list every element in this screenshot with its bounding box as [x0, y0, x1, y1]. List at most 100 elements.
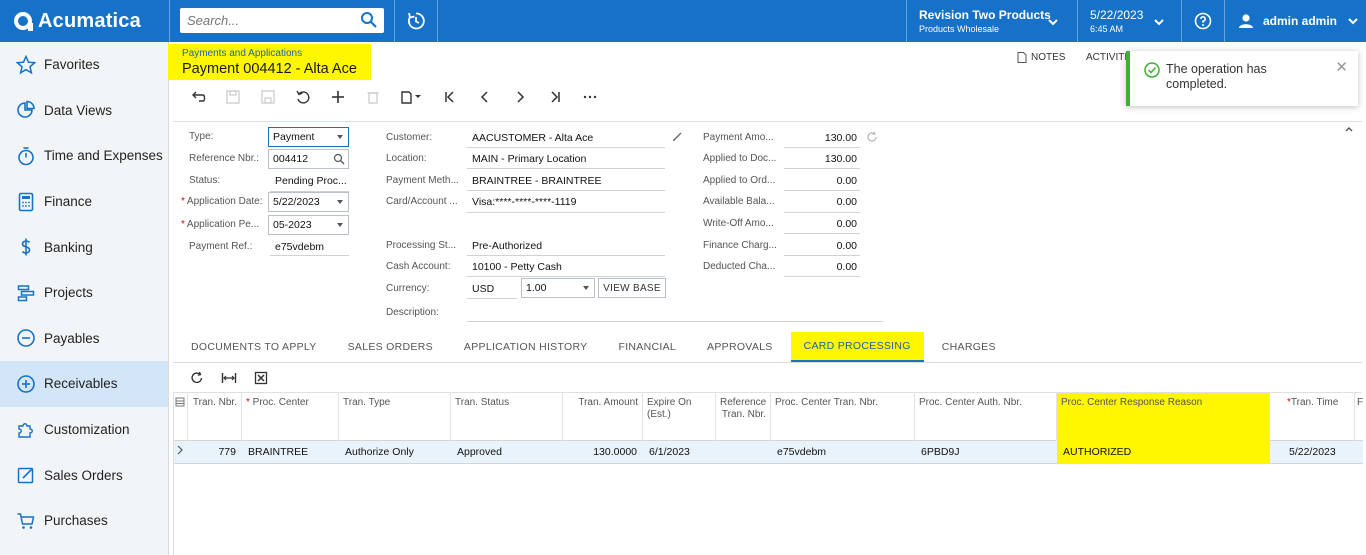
tab-approvals[interactable]: APPROVALS: [694, 332, 786, 362]
column-header-proc-center[interactable]: * Proc. Center: [242, 393, 339, 441]
cell-proc-center[interactable]: BRAINTREE: [242, 441, 339, 464]
column-header-proc-center-tran-nbr[interactable]: Proc. Center Tran. Nbr.: [771, 393, 915, 441]
cell-tran-type[interactable]: Authorize Only: [339, 441, 451, 464]
location-value[interactable]: MAIN - Primary Location: [468, 153, 586, 165]
cancel-button[interactable]: [285, 85, 320, 109]
business-date-selector[interactable]: 5/22/2023 6:45 AM: [1090, 8, 1143, 34]
card-account-value[interactable]: Visa:****-****-****-1119: [468, 196, 576, 208]
field-underline: [784, 255, 860, 256]
column-settings-icon[interactable]: [174, 393, 188, 441]
customer-value[interactable]: AACUSTOMER - Alta Ace: [468, 132, 593, 144]
table-row[interactable]: 779 BRAINTREE Authorize Only Approved 13…: [174, 441, 1363, 464]
cell-proc-center-tran-nbr[interactable]: e75vdebm: [771, 441, 915, 464]
save-and-close-button[interactable]: [215, 85, 250, 109]
column-header-tran-status[interactable]: Tran. Status: [451, 393, 563, 441]
sidebar-item-sales-orders[interactable]: Sales Orders: [0, 452, 168, 498]
last-icon: [550, 91, 560, 103]
copy-paste-button[interactable]: [390, 85, 432, 109]
cell-tran-nbr[interactable]: 779: [188, 441, 242, 464]
collapse-icon[interactable]: [1344, 124, 1354, 134]
sidebar-item-favorites[interactable]: Favorites: [0, 42, 168, 88]
chevron-down-icon[interactable]: [1047, 16, 1059, 28]
sidebar-item-purchases[interactable]: Purchases: [0, 498, 168, 544]
pencil-icon[interactable]: [672, 131, 683, 142]
column-header-tran-nbr[interactable]: Tran. Nbr.: [188, 393, 242, 441]
tab-documents-to-apply[interactable]: DOCUMENTS TO APPLY: [178, 332, 330, 362]
search-icon[interactable]: [333, 153, 345, 165]
column-header-tran-time[interactable]: *Tran. Time: [1283, 393, 1355, 441]
sidebar-item-projects[interactable]: Projects: [0, 270, 168, 316]
cell-tran-amount[interactable]: 130.0000: [563, 441, 643, 464]
add-button[interactable]: [320, 85, 355, 109]
previous-record-button[interactable]: [467, 85, 502, 109]
cell-response-reason[interactable]: AUTHORIZED: [1057, 441, 1270, 464]
payment-ref-value[interactable]: e75vdebm: [271, 241, 324, 253]
column-header-proc-center-auth-nbr[interactable]: Proc. Center Auth. Nbr.: [915, 393, 1057, 441]
user-menu[interactable]: admin admin: [1238, 13, 1359, 29]
search-input[interactable]: Search...: [180, 8, 384, 33]
finance-charges-label: Finance Charg...: [703, 240, 777, 251]
close-icon[interactable]: ✕: [1335, 58, 1348, 76]
currency-value[interactable]: USD: [468, 283, 494, 295]
last-record-button[interactable]: [537, 85, 572, 109]
application-period-field[interactable]: 05-2023: [268, 215, 349, 235]
sidebar-item-receivables[interactable]: Receivables: [0, 361, 168, 407]
column-header-response-reason[interactable]: Proc. Center Response Reason: [1057, 393, 1270, 441]
column-header-truncated[interactable]: F: [1355, 393, 1363, 441]
company-selector[interactable]: Revision Two Products Products Wholesale: [919, 8, 1051, 34]
cell-proc-center-auth-nbr[interactable]: 6PBD9J: [915, 441, 1057, 464]
help-button[interactable]: [1182, 0, 1224, 42]
reference-nbr-field[interactable]: 004412: [268, 149, 349, 169]
tab-financial[interactable]: FINANCIAL: [605, 332, 689, 362]
recent-history-button[interactable]: [395, 0, 437, 42]
payment-amount-value[interactable]: 130.00: [787, 132, 857, 144]
sidebar-item-customization[interactable]: Customization: [0, 407, 168, 453]
cash-account-label: Cash Account:: [386, 261, 451, 272]
column-header-tran-type[interactable]: Tran. Type: [339, 393, 451, 441]
cell-reference-tran-nbr[interactable]: [716, 441, 771, 464]
undo-button[interactable]: [180, 85, 215, 109]
application-date-field[interactable]: 5/22/2023: [268, 192, 349, 212]
acumatica-logo[interactable]: Acumatica: [0, 0, 169, 42]
sidebar-item-banking[interactable]: Banking: [0, 224, 168, 270]
sidebar-item-time-and-expenses[interactable]: Time and Expenses: [0, 133, 168, 179]
refresh-icon[interactable]: [866, 131, 878, 143]
currency-rate-field[interactable]: 1.00: [521, 278, 595, 298]
row-expand-icon[interactable]: [174, 441, 188, 464]
notes-button[interactable]: NOTES: [1017, 52, 1065, 63]
view-base-button[interactable]: VIEW BASE: [598, 278, 666, 298]
column-header-tran-amount[interactable]: Tran. Amount: [563, 393, 643, 441]
field-underline: [784, 276, 860, 277]
activities-button[interactable]: ACTIVITI: [1086, 52, 1127, 63]
tab-card-processing[interactable]: CARD PROCESSING: [790, 332, 924, 362]
divider: [437, 0, 438, 42]
more-actions-button[interactable]: [572, 85, 607, 109]
payment-method-value[interactable]: BRAINTREE - BRAINTREE: [468, 175, 602, 187]
breadcrumb[interactable]: Payments and Applications: [182, 48, 357, 59]
currency-label: Currency:: [386, 283, 430, 294]
cell-tran-status[interactable]: Approved: [451, 441, 563, 464]
dropdown-arrow-icon: [583, 286, 589, 290]
chevron-down-icon[interactable]: [1153, 16, 1165, 28]
next-record-button[interactable]: [502, 85, 537, 109]
sidebar-item-data-views[interactable]: Data Views: [0, 88, 168, 134]
cash-account-value[interactable]: 10100 - Petty Cash: [468, 261, 562, 273]
save-button[interactable]: [250, 85, 285, 109]
sidebar-item-finance[interactable]: Finance: [0, 179, 168, 225]
search-icon[interactable]: [360, 11, 378, 29]
column-header-reference-tran-nbr[interactable]: Reference Tran. Nbr.: [716, 393, 771, 441]
export-to-excel-button[interactable]: [245, 366, 277, 390]
refresh-button[interactable]: [181, 366, 213, 390]
type-select[interactable]: Payment: [268, 127, 349, 147]
tab-sales-orders[interactable]: SALES ORDERS: [335, 332, 446, 362]
fit-columns-button[interactable]: [213, 366, 245, 390]
cell-tran-time[interactable]: 5/22/2023: [1283, 441, 1355, 464]
tab-charges[interactable]: CHARGES: [929, 332, 1009, 362]
cell-expire-on[interactable]: 6/1/2023: [643, 441, 716, 464]
tab-application-history[interactable]: APPLICATION HISTORY: [451, 332, 601, 362]
sidebar: Favorites Data Views Time and Expenses F…: [0, 42, 169, 555]
first-record-button[interactable]: [432, 85, 467, 109]
column-header-expire-on[interactable]: Expire On (Est.): [643, 393, 716, 441]
delete-button[interactable]: [355, 85, 390, 109]
sidebar-item-payables[interactable]: Payables: [0, 316, 168, 362]
